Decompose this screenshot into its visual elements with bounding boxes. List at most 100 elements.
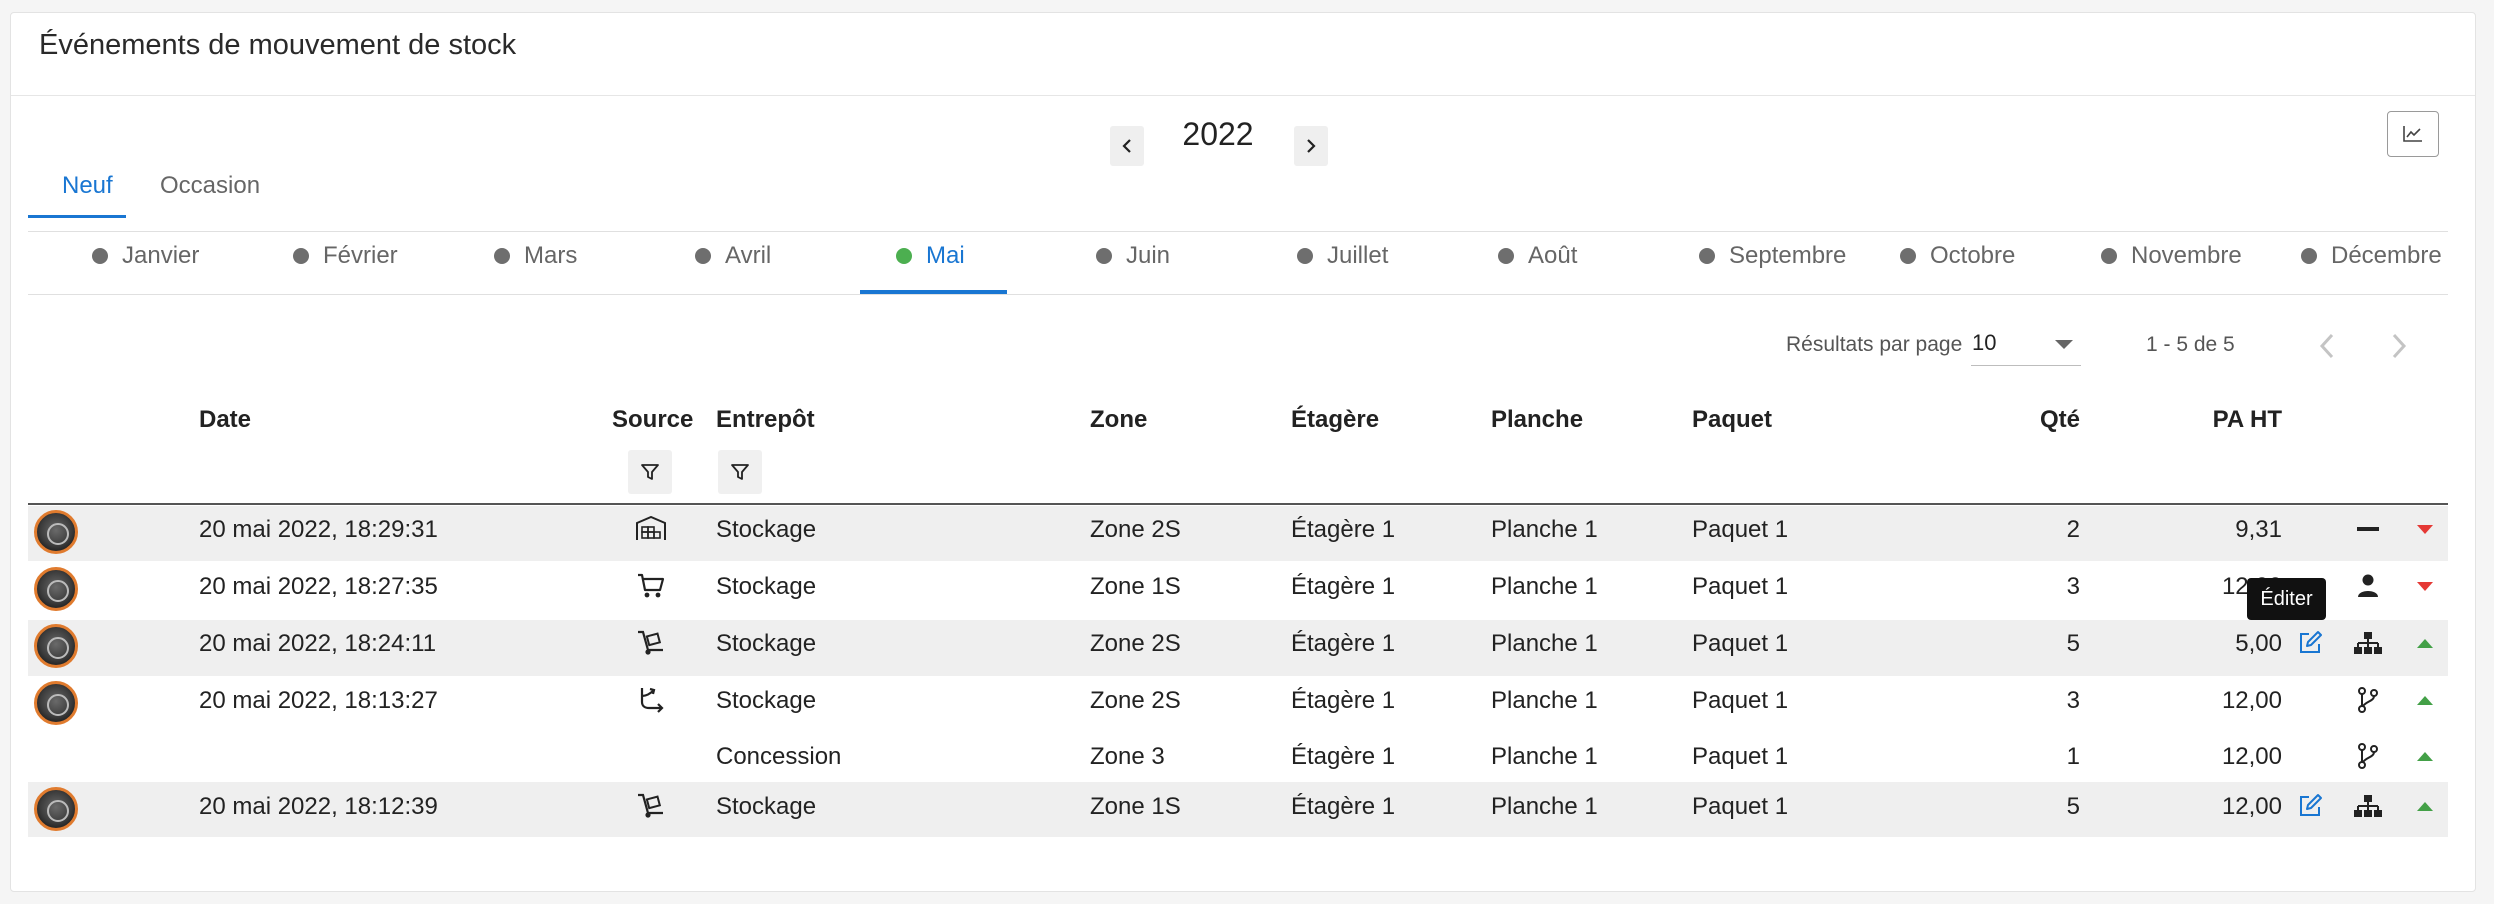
month-status-dot <box>1297 248 1313 264</box>
per-page-select[interactable]: 10 <box>1972 330 1996 356</box>
month-janvier[interactable]: Janvier <box>92 234 199 278</box>
month-fevrier[interactable]: Février <box>293 234 398 278</box>
row-warehouse: Stockage <box>716 793 817 820</box>
col-zone[interactable]: Zone <box>1090 406 1147 434</box>
row-date: 20 mai 2022, 18:13:27 <box>199 687 438 714</box>
row-price: 12,00 <box>2221 743 2282 770</box>
edit-icon[interactable] <box>2293 789 2327 823</box>
next-page-icon[interactable] <box>2388 332 2410 360</box>
row-price: 12,00 <box>2221 687 2282 714</box>
minus-icon[interactable] <box>2351 512 2385 546</box>
row-warehouse: Stockage <box>716 687 817 714</box>
month-status-dot <box>2301 248 2317 264</box>
row-shelf: Étagère 1 <box>1291 516 1396 543</box>
row-qty: 5 <box>2066 793 2080 820</box>
month-juillet[interactable]: Juillet <box>1297 234 1388 278</box>
month-avril[interactable]: Avril <box>695 234 771 278</box>
tabs-divider <box>28 231 2448 232</box>
table-header-divider <box>28 503 2448 505</box>
next-year-button[interactable] <box>1294 126 1328 166</box>
row-warehouse: Concession <box>716 743 842 770</box>
col-qty[interactable]: Qté <box>2000 406 2080 434</box>
row-warehouse: Stockage <box>716 630 817 657</box>
row-zone: Zone 3 <box>1090 743 1165 770</box>
month-label: Décembre <box>2331 242 2442 269</box>
month-status-dot <box>2101 248 2117 264</box>
row-warehouse: Stockage <box>716 573 817 600</box>
warehouse-filter-button[interactable] <box>718 450 762 494</box>
row-board: Planche 1 <box>1491 516 1598 543</box>
row-qty: 1 <box>2066 743 2080 770</box>
row-qty: 2 <box>2066 516 2080 543</box>
chevron-left-icon <box>1122 139 1131 153</box>
row-zone: Zone 2S <box>1090 687 1181 714</box>
row-date: 20 mai 2022, 18:24:11 <box>199 630 437 657</box>
prev-page-icon[interactable] <box>2316 332 2338 360</box>
row-package: Paquet 1 <box>1692 516 1789 543</box>
avatar <box>34 681 78 725</box>
month-status-dot <box>1096 248 1112 264</box>
month-novembre[interactable]: Novembre <box>2101 234 2242 278</box>
month-decembre[interactable]: Décembre <box>2301 234 2442 278</box>
col-price[interactable]: PA HT <box>2180 406 2282 434</box>
col-shelf[interactable]: Étagère <box>1291 406 1379 434</box>
divider <box>11 95 2475 96</box>
month-mai[interactable]: Mai <box>896 234 965 278</box>
filter-icon <box>641 464 659 480</box>
row-shelf: Étagère 1 <box>1291 793 1396 820</box>
month-label: Septembre <box>1729 242 1847 269</box>
prev-year-button[interactable] <box>1110 126 1144 166</box>
per-page-label: Résultats par page <box>1786 333 1963 356</box>
branch-icon[interactable] <box>2351 683 2385 717</box>
edit-icon[interactable] <box>2293 626 2327 660</box>
branch-icon[interactable] <box>2351 739 2385 773</box>
month-aout[interactable]: Août <box>1498 234 1577 278</box>
row-zone: Zone 2S <box>1090 516 1181 543</box>
row-package: Paquet 1 <box>1692 630 1789 657</box>
tab-occasion[interactable]: Occasion <box>160 172 260 200</box>
row-date: 20 mai 2022, 18:12:39 <box>199 793 438 820</box>
row-shelf: Étagère 1 <box>1291 573 1396 600</box>
month-status-dot <box>92 248 108 264</box>
page-range: 1 - 5 de 5 <box>2146 333 2235 356</box>
row-board: Planche 1 <box>1491 630 1598 657</box>
active-tab-indicator <box>28 215 126 218</box>
row-date: 20 mai 2022, 18:27:35 <box>199 573 438 600</box>
row-price: 5,00 <box>2235 630 2282 657</box>
col-board[interactable]: Planche <box>1491 406 1583 434</box>
person-icon[interactable] <box>2351 569 2385 603</box>
col-warehouse[interactable]: Entrepôt <box>716 406 815 434</box>
month-mars[interactable]: Mars <box>494 234 577 278</box>
row-package: Paquet 1 <box>1692 687 1789 714</box>
edit-tooltip: Éditer <box>2247 578 2326 620</box>
dropdown-arrow-icon[interactable] <box>2054 339 2074 351</box>
col-date[interactable]: Date <box>199 406 251 434</box>
dolly-icon <box>634 626 668 660</box>
month-status-dot <box>695 248 711 264</box>
sitemap-icon[interactable] <box>2351 789 2385 823</box>
avatar <box>34 787 78 831</box>
month-label: Janvier <box>122 242 200 269</box>
month-septembre[interactable]: Septembre <box>1699 234 1846 278</box>
month-status-dot <box>1498 248 1514 264</box>
stock-up-icon <box>2408 626 2442 660</box>
col-package[interactable]: Paquet <box>1692 406 1772 434</box>
tab-neuf[interactable]: Neuf <box>62 172 113 200</box>
month-juin[interactable]: Juin <box>1096 234 1170 278</box>
line-chart-icon <box>2403 126 2422 142</box>
row-price: 12,00 <box>2221 793 2282 820</box>
month-status-dot <box>293 248 309 264</box>
source-filter-button[interactable] <box>628 450 672 494</box>
dolly-icon <box>634 789 668 823</box>
row-board: Planche 1 <box>1491 793 1598 820</box>
sitemap-icon[interactable] <box>2351 626 2385 660</box>
filter-icon <box>731 464 749 480</box>
chart-toggle-button[interactable] <box>2387 111 2439 157</box>
month-label: Août <box>1528 242 1578 269</box>
col-source[interactable]: Source <box>612 406 693 434</box>
stock-up-icon <box>2408 683 2442 717</box>
row-qty: 5 <box>2066 630 2080 657</box>
row-warehouse: Stockage <box>716 516 817 543</box>
month-octobre[interactable]: Octobre <box>1900 234 2015 278</box>
avatar <box>34 624 78 668</box>
